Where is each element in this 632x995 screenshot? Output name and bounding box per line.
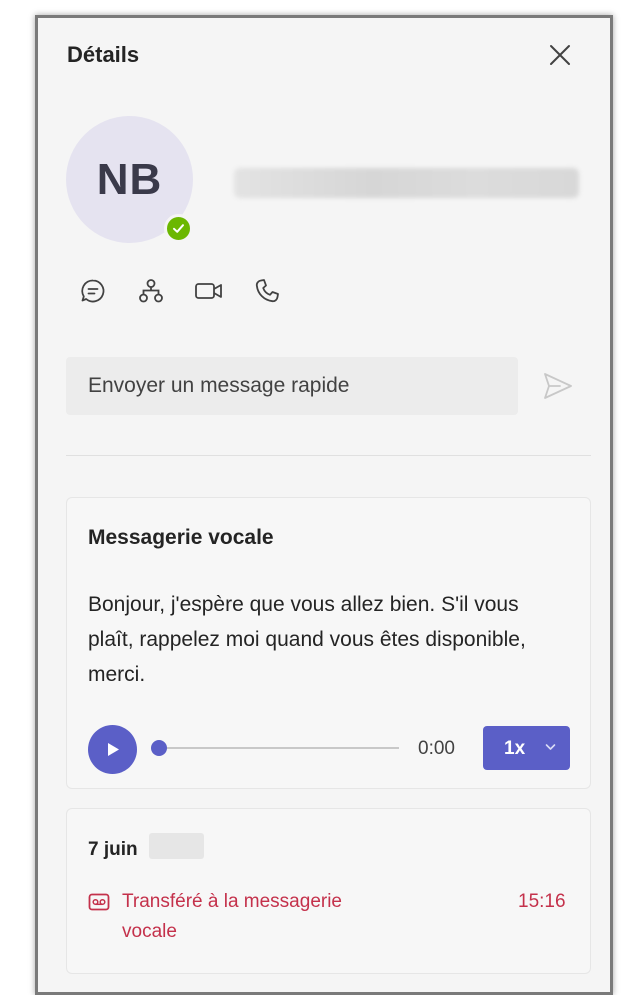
details-panel: Détails NB Envoyer un message rapide Mes… [35, 15, 613, 995]
history-entry-text: Transféré à la messagerie vocale [122, 891, 343, 942]
play-icon [108, 743, 119, 756]
history-date-redacted [149, 833, 204, 859]
video-call-icon [195, 283, 222, 299]
voicemail-icon [88, 893, 110, 911]
checkmark-icon [173, 224, 184, 233]
playback-speed-label: 1x [504, 738, 526, 759]
org-chart-button[interactable] [134, 274, 168, 308]
contact-name-redacted [234, 168, 579, 198]
playback-scrubber[interactable] [151, 740, 167, 756]
quick-message-input[interactable] [66, 357, 518, 415]
chevron-down-icon [545, 744, 556, 750]
chat-icon [81, 279, 105, 303]
close-button[interactable] [543, 38, 577, 72]
play-button[interactable] [88, 725, 137, 774]
phone-call-button[interactable] [250, 274, 284, 308]
playback-track[interactable] [157, 747, 399, 749]
playback-time: 0:00 [418, 738, 455, 759]
section-divider [66, 455, 591, 456]
send-icon [544, 373, 572, 399]
contact-actions [76, 274, 284, 308]
voicemail-transcript: Bonjour, j'espère que vous allez bien. S… [88, 593, 526, 686]
send-button[interactable] [540, 368, 576, 404]
voicemail-card: Messagerie vocale Bonjour, j'espère que … [66, 497, 591, 789]
presence-badge-available [164, 214, 193, 243]
close-icon [550, 45, 570, 65]
history-date: 7 juin [88, 839, 138, 860]
panel-title: Détails [67, 42, 140, 67]
voicemail-title: Messagerie vocale [88, 526, 274, 549]
org-chart-icon [139, 279, 163, 303]
playback-speed-button[interactable]: 1x [483, 726, 570, 770]
phone-call-icon [255, 279, 279, 303]
call-history-card: 7 juin Transféré à la messagerie vocale … [66, 808, 591, 974]
chat-button[interactable] [76, 274, 110, 308]
video-call-button[interactable] [192, 274, 226, 308]
history-entry-time: 15:16 [518, 891, 566, 912]
